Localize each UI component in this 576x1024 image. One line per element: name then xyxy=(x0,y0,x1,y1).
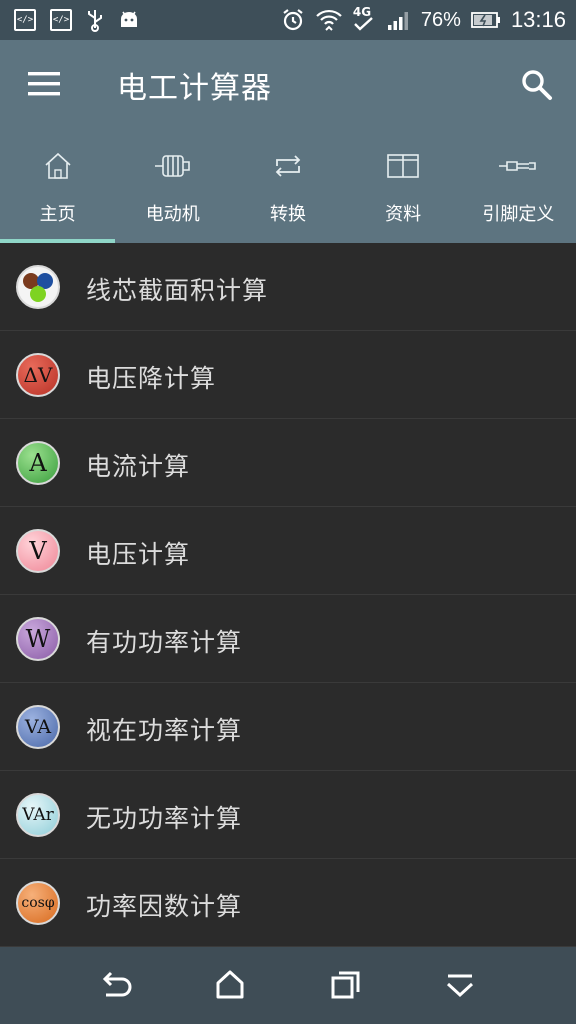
list-item-label: 有功功率计算 xyxy=(86,628,243,657)
list-item-label: 功率因数计算 xyxy=(86,892,243,921)
battery-icon xyxy=(471,12,500,28)
tab-pinout[interactable]: 引脚定义 xyxy=(461,140,576,243)
delta-v-icon: ΔV xyxy=(16,353,60,397)
tab-motor[interactable]: 电动机 xyxy=(115,140,230,243)
cos-phi-icon: cosφ xyxy=(16,881,60,925)
list-item-label: 线芯截面积计算 xyxy=(86,276,269,305)
icon-text: W xyxy=(25,625,51,653)
icon-text: cosφ xyxy=(21,895,55,911)
list-item-current[interactable]: A 电流计算 xyxy=(0,419,576,507)
list-item-label: 电压计算 xyxy=(86,540,191,569)
home-icon[interactable] xyxy=(210,965,250,1005)
icon-text: VA xyxy=(24,716,52,738)
status-bar: </> </> 4G 76% 13:16 xyxy=(0,0,576,40)
icon-text: A xyxy=(29,449,47,477)
tab-reference[interactable]: 资料 xyxy=(346,140,461,243)
connector-icon xyxy=(499,161,537,171)
wifi-icon xyxy=(316,9,342,31)
list-item-voltage[interactable]: V 电压计算 xyxy=(0,507,576,595)
hamburger-menu-icon[interactable] xyxy=(22,62,66,106)
back-icon[interactable] xyxy=(96,965,136,1005)
list-item-wire-cross-section[interactable]: 线芯截面积计算 xyxy=(0,243,576,331)
list-item-label: 无功功率计算 xyxy=(86,804,243,833)
tab-label: 转换 xyxy=(269,204,306,225)
app-title: 电工计算器 xyxy=(117,71,272,106)
calculator-list: 线芯截面积计算 ΔV 电压降计算 A 电流计算 V 电压计算 W 有功功率计算 … xyxy=(0,243,576,947)
navigation-bar xyxy=(0,947,576,1024)
list-item-voltage-drop[interactable]: ΔV 电压降计算 xyxy=(0,331,576,419)
alarm-icon xyxy=(283,9,303,31)
icon-text: VAr xyxy=(22,805,54,825)
list-item-active-power[interactable]: W 有功功率计算 xyxy=(0,595,576,683)
list-item-label: 电压降计算 xyxy=(86,364,217,393)
var-icon: VAr xyxy=(16,793,60,837)
book-icon xyxy=(387,154,419,178)
tab-home[interactable]: 主页 xyxy=(0,140,116,243)
volt-ampere-icon: VA xyxy=(16,705,60,749)
network-type-icon: 4G xyxy=(353,5,377,33)
wire-cores-icon xyxy=(16,265,60,309)
tab-label: 资料 xyxy=(385,204,422,225)
chevron-down-icon[interactable] xyxy=(440,965,480,1005)
android-icon xyxy=(121,11,137,27)
icon-text: V xyxy=(29,537,47,565)
signal-icon xyxy=(387,12,408,30)
usb-icon xyxy=(88,10,102,32)
list-item-reactive-power[interactable]: VAr 无功功率计算 xyxy=(0,771,576,859)
list-item-label: 视在功率计算 xyxy=(86,716,243,745)
volt-icon: V xyxy=(16,529,60,573)
icon-text: ΔV xyxy=(23,363,53,387)
recents-icon[interactable] xyxy=(326,965,366,1005)
motor-icon xyxy=(154,155,190,177)
list-item-label: 电流计算 xyxy=(86,452,191,481)
list-item-power-factor[interactable]: cosφ 功率因数计算 xyxy=(0,859,576,947)
home-icon xyxy=(45,152,71,179)
search-icon[interactable] xyxy=(514,62,558,106)
swap-icon xyxy=(275,155,301,177)
clock: 13:16 xyxy=(510,7,566,32)
tab-label: 电动机 xyxy=(145,204,200,225)
watt-icon: W xyxy=(16,617,60,661)
app-bar: 电工计算器 主页 电动机 转换 资料 引脚定义 xyxy=(0,40,576,243)
tab-convert[interactable]: 转换 xyxy=(230,140,345,243)
code-icon: </> xyxy=(14,9,36,31)
list-item-apparent-power[interactable]: VA 视在功率计算 xyxy=(0,683,576,771)
ampere-icon: A xyxy=(16,441,60,485)
tab-label: 引脚定义 xyxy=(482,204,555,225)
battery-percentage: 76% xyxy=(420,8,461,31)
tab-label: 主页 xyxy=(39,204,76,225)
tab-bar: 主页 电动机 转换 资料 引脚定义 xyxy=(0,140,576,243)
code-icon: </> xyxy=(50,9,72,31)
